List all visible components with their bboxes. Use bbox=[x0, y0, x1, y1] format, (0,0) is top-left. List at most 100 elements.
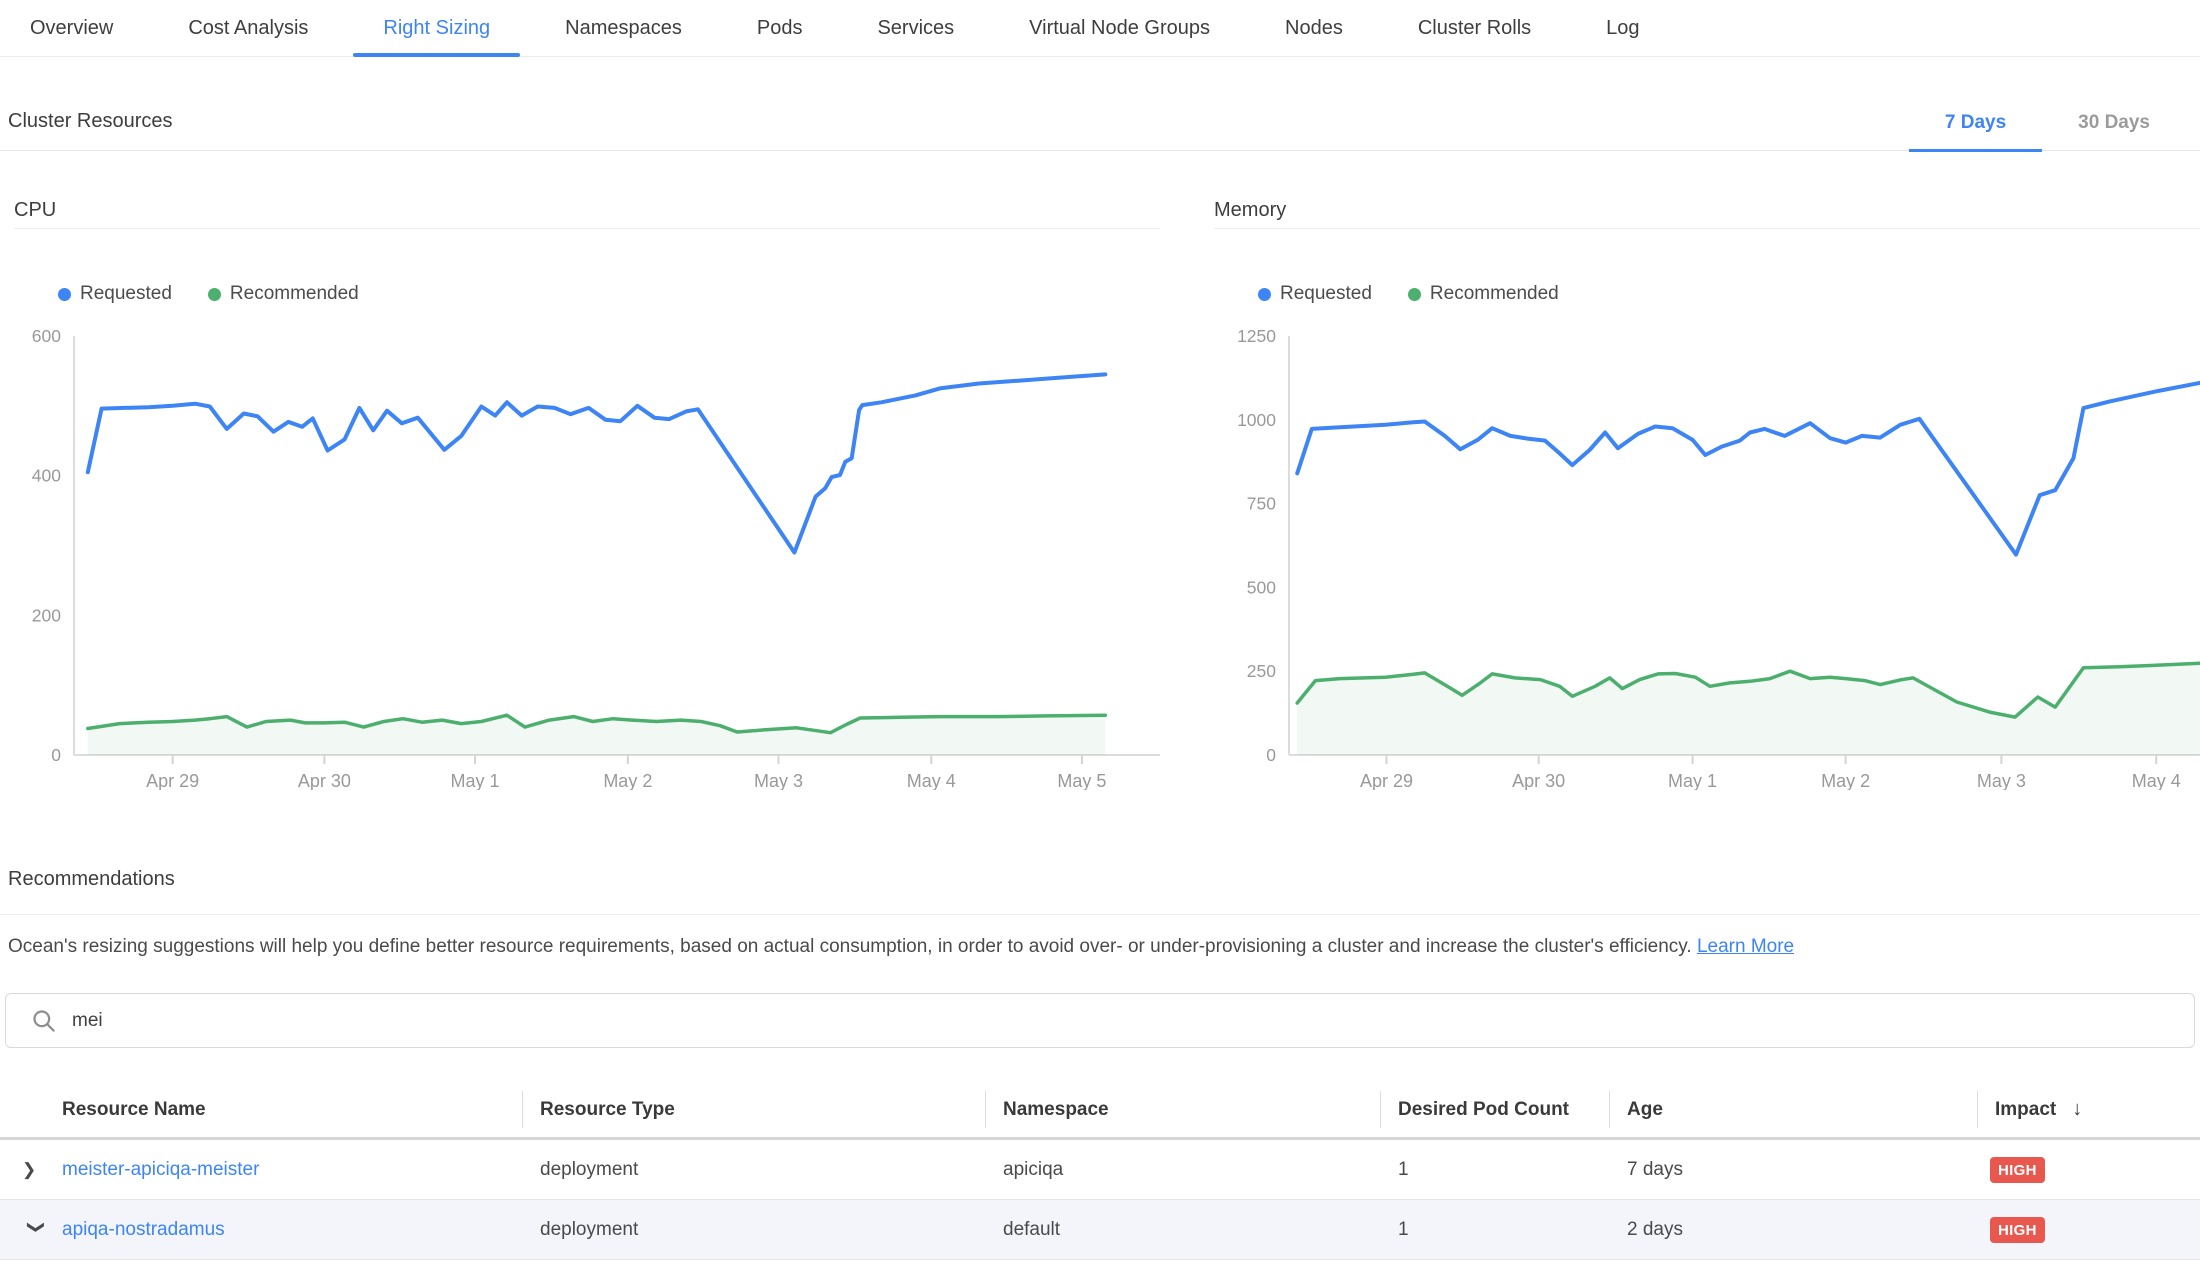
column-header-label: Impact bbox=[1995, 1099, 2056, 1121]
legend-dot-requested bbox=[1258, 288, 1271, 301]
search-box bbox=[5, 993, 2195, 1048]
search-input[interactable] bbox=[72, 1010, 2194, 1032]
section-divider bbox=[0, 914, 2200, 915]
tab-log[interactable]: Log bbox=[1576, 0, 1669, 56]
column-header-label: Age bbox=[1627, 1099, 1663, 1121]
svg-text:May 1: May 1 bbox=[1668, 771, 1717, 790]
learn-more-link[interactable]: Learn More bbox=[1697, 936, 1794, 957]
resource-type-cell: deployment bbox=[522, 1159, 985, 1181]
column-header-label: Resource Name bbox=[62, 1099, 206, 1121]
tab-cluster-rolls[interactable]: Cluster Rolls bbox=[1388, 0, 1561, 56]
namespace-cell: apiciqa bbox=[985, 1159, 1380, 1181]
resource-name-cell: ❯meister-apiciqa-meister bbox=[0, 1159, 522, 1181]
legend-item-recommended: Recommended bbox=[208, 283, 359, 305]
tab-services[interactable]: Services bbox=[847, 0, 984, 56]
legend-dot-recommended bbox=[1408, 288, 1421, 301]
section-title-recommendations: Recommendations bbox=[0, 868, 2200, 891]
chevron-down-icon[interactable]: ❯ bbox=[26, 1220, 46, 1260]
right-sizing-page: Overview Cost Analysis Right Sizing Namespa… bbox=[0, 0, 2200, 1264]
legend-dot-recommended bbox=[208, 288, 221, 301]
range-tab-30-days[interactable]: 30 Days bbox=[2042, 57, 2186, 152]
svg-text:400: 400 bbox=[32, 466, 61, 486]
svg-text:May 1: May 1 bbox=[451, 771, 500, 790]
tab-overview[interactable]: Overview bbox=[0, 0, 143, 56]
column-divider bbox=[522, 1091, 523, 1128]
svg-text:May 2: May 2 bbox=[1821, 771, 1870, 790]
legend-item-recommended: Recommended bbox=[1408, 283, 1559, 305]
svg-text:Apr 30: Apr 30 bbox=[1512, 771, 1565, 790]
range-tab-7-days[interactable]: 7 Days bbox=[1909, 57, 2042, 152]
svg-text:250: 250 bbox=[1247, 661, 1276, 681]
impact-cell: HIGH bbox=[1977, 1157, 2200, 1183]
svg-text:May 3: May 3 bbox=[1977, 771, 2026, 790]
tab-nodes[interactable]: Nodes bbox=[1255, 0, 1373, 56]
cpu-chart-legend: Requested Recommended bbox=[58, 283, 359, 305]
column-header-resource-name[interactable]: Resource Name bbox=[0, 1082, 522, 1137]
tab-namespaces[interactable]: Namespaces bbox=[535, 0, 712, 56]
svg-text:Apr 29: Apr 29 bbox=[146, 771, 199, 790]
tab-right-sizing[interactable]: Right Sizing bbox=[353, 0, 520, 56]
svg-text:200: 200 bbox=[32, 605, 61, 625]
tab-virtual-node-groups[interactable]: Virtual Node Groups bbox=[999, 0, 1240, 56]
impact-badge: HIGH bbox=[1990, 1157, 2045, 1183]
table-row[interactable]: ❯meister-apiciqa-meisterdeploymentapiciq… bbox=[0, 1140, 2200, 1200]
legend-label: Recommended bbox=[230, 283, 359, 305]
memory-chart-title: Memory bbox=[1214, 151, 2200, 229]
resource-name-link[interactable]: apiqa-nostradamus bbox=[62, 1219, 225, 1241]
column-header-label: Resource Type bbox=[540, 1099, 675, 1121]
cpu-chart-panel: CPU Requested Recommended 600 400 200 0 Apr 2… bbox=[14, 151, 1160, 791]
legend-dot-requested bbox=[58, 288, 71, 301]
column-header-desired-pod-count[interactable]: Desired Pod Count bbox=[1380, 1082, 1609, 1137]
table-row[interactable]: ❯ apiqa-nostradamus deploymentdefault12 da… bbox=[0, 1200, 2200, 1260]
column-header-impact[interactable]: Impact ↓ bbox=[1977, 1082, 2200, 1137]
impact-badge: HIGH bbox=[1990, 1217, 2045, 1243]
column-divider bbox=[1380, 1091, 1381, 1128]
memory-chart-panel: Memory Requested Recommended 1250 1000 750 5… bbox=[1214, 151, 2200, 791]
column-header-resource-type[interactable]: Resource Type bbox=[522, 1082, 985, 1137]
tab-bar: Overview Cost Analysis Right Sizing Namespa… bbox=[0, 0, 2200, 57]
section-title-cluster-resources: Cluster Resources bbox=[8, 110, 173, 133]
svg-text:750: 750 bbox=[1247, 494, 1276, 514]
svg-text:0: 0 bbox=[1266, 745, 1276, 765]
cluster-resources-header: Cluster Resources 7 Days30 Days bbox=[0, 57, 2200, 151]
cpu-line-chart: 6004002000Apr 29Apr 30May 1May 2May 3May… bbox=[14, 320, 1160, 790]
column-header-namespace[interactable]: Namespace bbox=[985, 1082, 1380, 1137]
desired-pod-count-cell: 1 bbox=[1380, 1159, 1609, 1181]
svg-text:1000: 1000 bbox=[1237, 410, 1276, 430]
column-header-label: Desired Pod Count bbox=[1398, 1099, 1569, 1121]
tab-cost-analysis[interactable]: Cost Analysis bbox=[158, 0, 338, 56]
cpu-chart-title: CPU bbox=[14, 151, 1160, 229]
column-divider bbox=[985, 1091, 986, 1128]
svg-text:1250: 1250 bbox=[1237, 326, 1276, 346]
age-cell: 2 days bbox=[1609, 1219, 1977, 1241]
svg-text:May 4: May 4 bbox=[907, 771, 956, 790]
cpu-chart: 6004002000Apr 29Apr 30May 1May 2May 3May… bbox=[14, 320, 1160, 790]
memory-line-chart: 1250 1000 750 500 250 0 Apr 29 Apr 30 May 1 May 2… bbox=[1214, 320, 2200, 790]
resource-type-cell: deployment bbox=[522, 1219, 985, 1241]
svg-text:500: 500 bbox=[1247, 577, 1276, 597]
table-header: Resource Name Resource Type Namespace Desir… bbox=[0, 1082, 2200, 1140]
svg-text:Apr 29: Apr 29 bbox=[1360, 771, 1413, 790]
tab-pods[interactable]: Pods bbox=[727, 0, 833, 56]
sort-desc-icon[interactable]: ↓ bbox=[2072, 1098, 2082, 1121]
legend-item-requested: Requested bbox=[58, 283, 172, 305]
svg-text:0: 0 bbox=[51, 745, 61, 765]
time-range-toggle: 7 Days30 Days bbox=[1909, 57, 2186, 152]
svg-text:Apr 30: Apr 30 bbox=[298, 771, 351, 790]
recommendations-section: Recommendations Ocean's resizing suggest… bbox=[0, 868, 2200, 1260]
svg-text:May 3: May 3 bbox=[754, 771, 803, 790]
memory-chart: 1250 1000 750 500 250 0 Apr 29 Apr 30 May 1 May 2… bbox=[1214, 320, 2200, 790]
namespace-cell: default bbox=[985, 1219, 1380, 1241]
resource-name-link[interactable]: meister-apiciqa-meister bbox=[62, 1159, 259, 1181]
desired-pod-count-cell: 1 bbox=[1380, 1219, 1609, 1241]
column-header-age[interactable]: Age bbox=[1609, 1082, 1977, 1137]
impact-cell: HIGH bbox=[1977, 1217, 2200, 1243]
memory-chart-legend: Requested Recommended bbox=[1258, 283, 1559, 305]
legend-label: Requested bbox=[1280, 283, 1372, 305]
chevron-right-icon[interactable]: ❯ bbox=[22, 1160, 62, 1180]
svg-text:600: 600 bbox=[32, 326, 61, 346]
legend-item-requested: Requested bbox=[1258, 283, 1372, 305]
legend-label: Recommended bbox=[1430, 283, 1559, 305]
recommendations-description-text: Ocean's resizing suggestions will help y… bbox=[8, 936, 1692, 957]
charts-section: CPU Requested Recommended 600 400 200 0 Apr 2… bbox=[0, 151, 2200, 791]
